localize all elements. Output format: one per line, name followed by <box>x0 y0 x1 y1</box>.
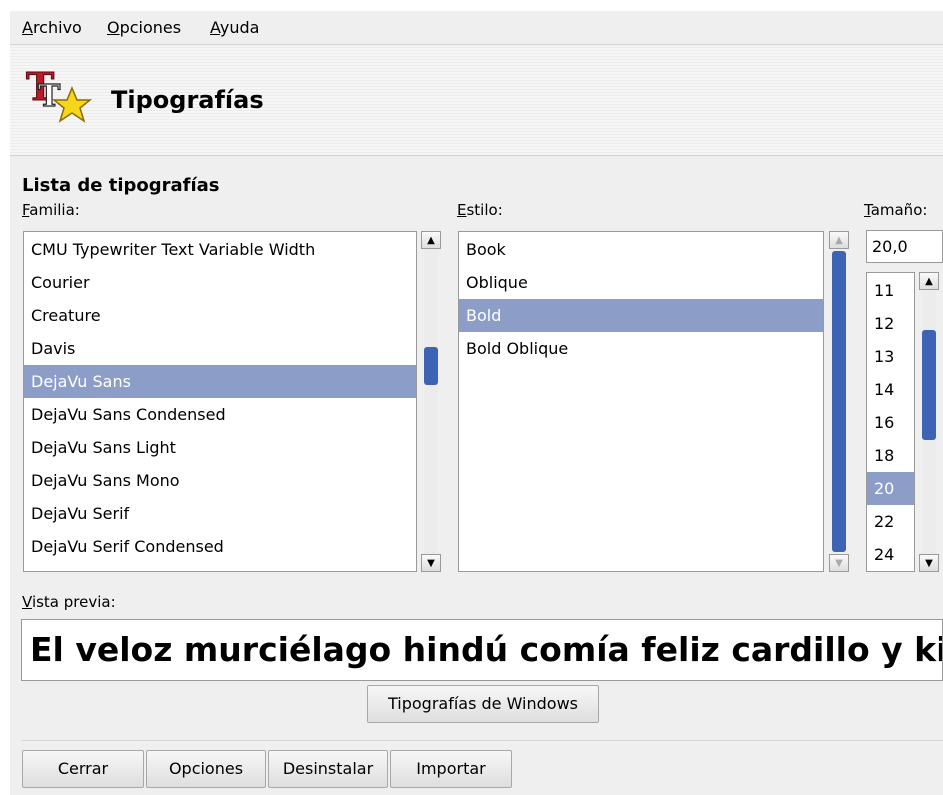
section-title: Lista de tipografías <box>22 175 220 196</box>
size-list[interactable]: 11 12 13 14 16 18 20 22 24 <box>866 272 915 572</box>
style-label: Estilo: <box>457 201 503 219</box>
svg-text:T: T <box>38 79 61 114</box>
list-item[interactable]: Courier <box>24 266 416 299</box>
family-label: Familia: <box>22 201 80 219</box>
fonts-window: Archivo Opciones Ayuda T T Tipografías L… <box>10 11 943 795</box>
preview-text: El veloz murciélago hindú comía feliz ca… <box>30 630 943 669</box>
family-scrollbar[interactable]: ▲ ▼ <box>421 231 441 572</box>
style-scrollbar[interactable]: ▲ ▼ <box>829 231 849 572</box>
size-label: Tamaño: <box>864 201 928 219</box>
list-item[interactable]: Book <box>459 233 823 266</box>
arrow-up-icon: ▲ <box>925 275 933 287</box>
menu-opciones[interactable]: Opciones <box>107 18 181 37</box>
list-item-selected[interactable]: DejaVu Sans <box>24 365 416 398</box>
arrow-down-icon: ▼ <box>835 557 843 569</box>
list-item[interactable]: 13 <box>867 340 914 373</box>
list-item-selected[interactable]: Bold <box>459 299 823 332</box>
list-item[interactable]: DejaVu Serif <box>24 497 416 530</box>
options-button[interactable]: Opciones <box>146 750 266 788</box>
close-button[interactable]: Cerrar <box>22 750 144 788</box>
menu-ayuda[interactable]: Ayuda <box>210 18 259 37</box>
family-list[interactable]: CMU Typewriter Text Variable Width Couri… <box>23 231 417 572</box>
preview-label: Vista previa: <box>22 593 116 611</box>
scroll-down-button[interactable]: ▼ <box>919 554 939 572</box>
list-item[interactable]: 11 <box>867 274 914 307</box>
scroll-up-button[interactable]: ▲ <box>421 231 441 249</box>
import-button[interactable]: Importar <box>390 750 512 788</box>
scroll-down-button[interactable]: ▼ <box>421 554 441 572</box>
list-item[interactable]: 24 <box>867 538 914 571</box>
list-item[interactable]: 18 <box>867 439 914 472</box>
page-title: Tipografías <box>111 86 264 114</box>
list-item[interactable]: CMU Typewriter Text Variable Width <box>24 233 416 266</box>
list-item[interactable]: DejaVu Sans Light <box>24 431 416 464</box>
menu-bar: Archivo Opciones Ayuda <box>10 11 943 45</box>
style-list[interactable]: Book Oblique Bold Bold Oblique <box>458 231 824 572</box>
arrow-up-icon: ▲ <box>427 234 435 246</box>
scroll-thumb[interactable] <box>922 330 936 440</box>
arrow-down-icon: ▼ <box>427 557 435 569</box>
size-scrollbar[interactable]: ▲ ▼ <box>919 272 939 572</box>
preview-box: El veloz murciélago hindú comía feliz ca… <box>21 619 943 681</box>
scroll-down-button[interactable]: ▼ <box>829 554 849 572</box>
menu-archivo[interactable]: Archivo <box>22 18 82 37</box>
size-input[interactable]: 20,0 <box>866 230 943 263</box>
windows-fonts-button[interactable]: Tipografías de Windows <box>367 685 599 723</box>
list-item[interactable]: DejaVu Sans Mono <box>24 464 416 497</box>
list-item[interactable]: 12 <box>867 307 914 340</box>
list-item[interactable]: DejaVu Sans Condensed <box>24 398 416 431</box>
list-item-selected[interactable]: 20 <box>867 472 914 505</box>
list-item[interactable]: 22 <box>867 505 914 538</box>
list-item[interactable]: DejaVu Serif Condensed <box>24 530 416 563</box>
scroll-up-button[interactable]: ▲ <box>919 272 939 290</box>
arrow-down-icon: ▼ <box>925 557 933 569</box>
scroll-thumb[interactable] <box>832 251 846 552</box>
divider <box>21 740 943 741</box>
list-item[interactable]: Oblique <box>459 266 823 299</box>
scroll-up-button[interactable]: ▲ <box>829 231 849 249</box>
arrow-up-icon: ▲ <box>835 234 843 246</box>
list-item[interactable]: Bold Oblique <box>459 332 823 365</box>
uninstall-button[interactable]: Desinstalar <box>268 750 388 788</box>
list-item[interactable]: Davis <box>24 332 416 365</box>
scroll-thumb[interactable] <box>424 347 438 385</box>
list-item[interactable]: 16 <box>867 406 914 439</box>
scroll-track[interactable] <box>424 249 438 554</box>
header-banner: T T Tipografías <box>10 46 943 156</box>
list-item[interactable]: Creature <box>24 299 416 332</box>
list-item[interactable]: 14 <box>867 373 914 406</box>
font-star-icon: T T <box>26 64 93 123</box>
